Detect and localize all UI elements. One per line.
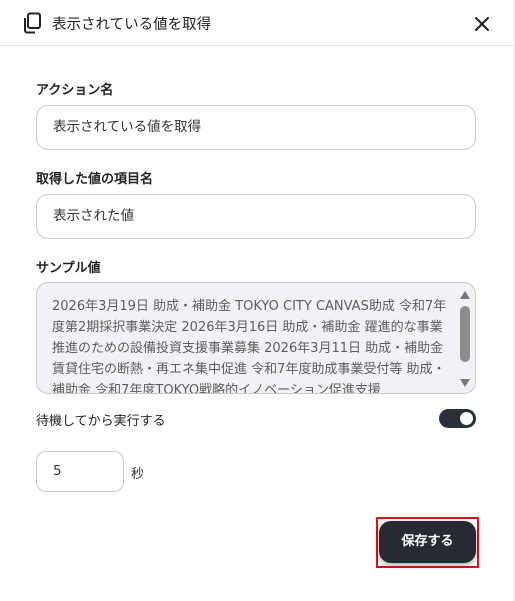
scroll-up-arrow-icon[interactable] <box>459 289 471 301</box>
wait-seconds-input[interactable]: 5 <box>36 451 124 492</box>
action-name-label: アクション名 <box>36 83 114 98</box>
sample-scrollbar[interactable] <box>459 289 471 389</box>
sample-value-textarea[interactable]: 2026年3月19日 助成・補助金 TOKYO CITY CANVAS助成 令和… <box>36 282 476 394</box>
wait-before-run-label: 待機してから実行する <box>36 414 166 429</box>
scroll-thumb[interactable] <box>460 306 470 362</box>
item-name-label: 取得した値の項目名 <box>36 172 154 187</box>
get-displayed-value-dialog: 表示されている値を取得 アクション名 表示されている値を取得 取得した値の項目名… <box>0 0 515 601</box>
sample-value-label: サンプル値 <box>36 261 101 276</box>
dialog-title: 表示されている値を取得 <box>52 17 212 33</box>
item-name-input[interactable]: 表示された値 <box>36 194 476 239</box>
save-button[interactable]: 保存する <box>379 521 476 563</box>
toggle-knob <box>460 412 473 425</box>
copy-icon <box>24 12 41 34</box>
action-name-input[interactable]: 表示されている値を取得 <box>36 105 476 150</box>
seconds-unit-label: 秒 <box>131 467 145 482</box>
dialog-header: 表示されている値を取得 <box>0 0 515 46</box>
close-icon <box>475 17 489 31</box>
sample-value-text: 2026年3月19日 助成・補助金 TOKYO CITY CANVAS助成 令和… <box>52 299 447 394</box>
scroll-down-arrow-icon[interactable] <box>459 377 471 389</box>
wait-before-run-toggle[interactable] <box>439 409 476 428</box>
close-button[interactable] <box>470 12 494 36</box>
